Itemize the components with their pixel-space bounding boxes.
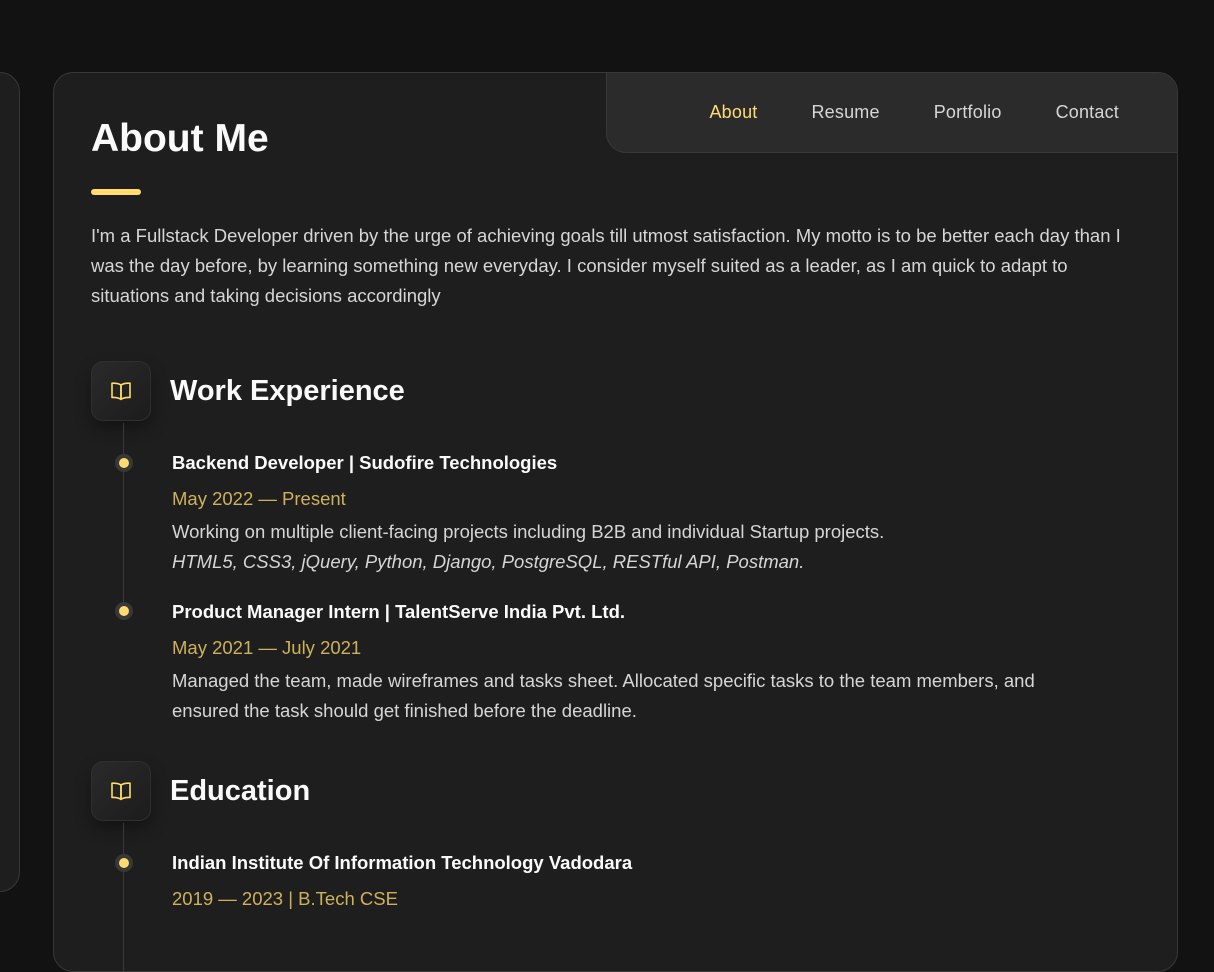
timeline-line [123, 423, 124, 613]
education-header: Education [91, 761, 310, 821]
about-article: About Resume Portfolio Contact About Me … [53, 72, 1178, 972]
timeline-line [123, 823, 124, 971]
item-description: Working on multiple client-facing projec… [172, 521, 885, 542]
section-title-work: Work Experience [170, 374, 405, 407]
timeline-item: Product Manager Intern | TalentServe Ind… [172, 600, 1072, 726]
nav-link-portfolio[interactable]: Portfolio [934, 102, 1002, 123]
sidebar-card-edge [0, 72, 20, 892]
book-open-icon [91, 761, 151, 821]
work-experience-header: Work Experience [91, 361, 405, 421]
nav-link-about[interactable]: About [709, 102, 757, 123]
nav-link-resume[interactable]: Resume [811, 102, 879, 123]
timeline-dot [115, 854, 133, 872]
about-text: I'm a Fullstack Developer driven by the … [91, 225, 1121, 306]
timeline-dot [115, 602, 133, 620]
item-date: May 2022 — Present [172, 488, 346, 509]
item-title: Indian Institute Of Information Technolo… [172, 852, 633, 873]
item-tech-stack: HTML5, CSS3, jQuery, Python, Django, Pos… [172, 551, 805, 572]
nav-link-contact[interactable]: Contact [1056, 102, 1119, 123]
navbar: About Resume Portfolio Contact [606, 73, 1177, 153]
timeline-dot [115, 454, 133, 472]
book-open-icon [91, 361, 151, 421]
item-date: May 2021 — July 2021 [172, 637, 362, 658]
item-title: Backend Developer | Sudofire Technologie… [172, 452, 558, 473]
item-title: Product Manager Intern | TalentServe Ind… [172, 601, 626, 622]
section-title-education: Education [170, 774, 311, 807]
item-date: 2019 — 2023 | B.Tech CSE [172, 888, 398, 909]
timeline-item: Backend Developer | Sudofire Technologie… [172, 451, 1072, 577]
timeline-item: Indian Institute Of Information Technolo… [172, 851, 1072, 911]
item-description: Managed the team, made wireframes and ta… [172, 670, 1035, 721]
page-title: About Me [91, 117, 269, 160]
title-underline [91, 189, 141, 195]
